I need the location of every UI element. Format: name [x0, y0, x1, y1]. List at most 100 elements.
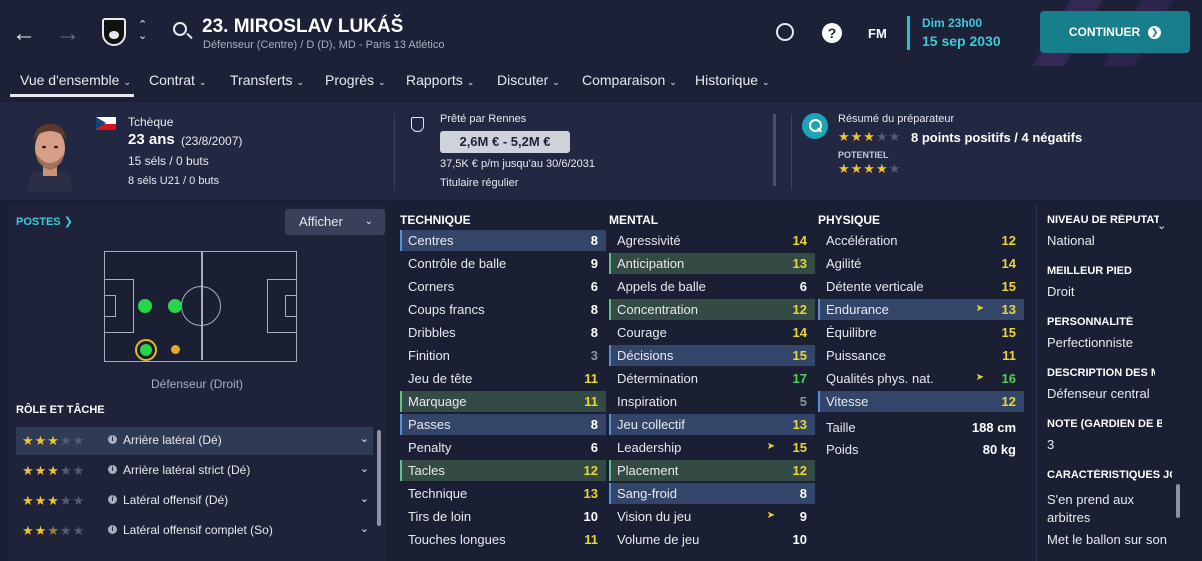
tab-comparison[interactable]: Comparaison ⌄: [582, 72, 677, 88]
position-dot-dc-right[interactable]: [168, 299, 182, 313]
attribute-row[interactable]: Jeu collectif 13: [609, 414, 815, 435]
attribute-row[interactable]: Endurance ➤ 13: [818, 299, 1024, 320]
attribute-row[interactable]: Technique 13: [400, 483, 606, 504]
role-row[interactable]: ★★★★★ i Arrière latéral (Dé) ⌄: [16, 427, 373, 455]
attribute-value: 15: [792, 348, 807, 363]
role-row[interactable]: ★★★★★ i Arrière latéral strict (Dé) ⌄: [16, 457, 373, 485]
tab-label: Comparaison: [582, 72, 666, 88]
attribute-value: 11: [584, 394, 598, 409]
attribute-row[interactable]: Qualités phys. nat. ➤ 16: [818, 368, 1024, 389]
show-dropdown[interactable]: Afficher ⌄: [285, 209, 385, 235]
attribute-row[interactable]: Coups francs 8: [400, 299, 606, 320]
potential-stars: ★★★★★: [838, 161, 902, 176]
attribute-row[interactable]: Courage 14: [609, 322, 815, 343]
info-icon[interactable]: i: [108, 435, 117, 444]
attribute-row[interactable]: Centres 8: [400, 230, 606, 251]
position-pitch[interactable]: [104, 251, 297, 362]
tab-reports[interactable]: Rapports ⌄: [406, 72, 474, 88]
attribute-value: 11: [584, 371, 598, 386]
transfer-value: 2,6M € - 5,2M €: [440, 131, 570, 153]
info-icon[interactable]: i: [108, 465, 117, 474]
roles-scrollbar[interactable]: [377, 430, 381, 526]
attribute-row[interactable]: Anticipation 13: [609, 253, 815, 274]
attribute-row[interactable]: Vision du jeu ➤ 9: [609, 506, 815, 527]
tab-progress[interactable]: Progrès ⌄: [325, 72, 386, 88]
attribute-row[interactable]: Détente verticale 15: [818, 276, 1024, 297]
search-icon[interactable]: [173, 22, 187, 36]
chevron-down-icon[interactable]: ⌄: [360, 492, 369, 505]
positions-link[interactable]: POSTES ❯: [16, 215, 73, 228]
tab-overview[interactable]: Vue d'ensemble ⌄: [20, 72, 131, 88]
attribute-row[interactable]: Tacles 12: [400, 460, 606, 481]
tab-contract[interactable]: Contrat ⌄: [149, 72, 206, 88]
chevron-down-icon[interactable]: ⌄: [1157, 219, 1166, 232]
attribute-row[interactable]: Sang-froid 8: [609, 483, 815, 504]
trend-up-arrow-icon: ➤: [766, 441, 775, 452]
player-face-avatar[interactable]: [20, 112, 80, 192]
attribute-row[interactable]: Touches longues 11: [400, 529, 606, 550]
attribute-name: Vitesse: [826, 394, 869, 409]
loan-label: Prêté par Rennes: [440, 113, 527, 125]
chevron-down-icon[interactable]: ⌄: [360, 432, 369, 445]
scrollbar[interactable]: [773, 114, 776, 186]
tab-label: Transferts: [230, 72, 293, 88]
attribute-row[interactable]: Appels de balle 6: [609, 276, 815, 297]
tab-label: Contrat: [149, 72, 195, 88]
football-icon[interactable]: [776, 23, 794, 41]
attribute-row[interactable]: Accélération 12: [818, 230, 1024, 251]
forward-arrow-icon[interactable]: →: [56, 20, 80, 48]
continue-button[interactable]: CONTINUER ❯: [1040, 11, 1190, 53]
attribute-row[interactable]: Passes 8: [400, 414, 606, 435]
attribute-row[interactable]: Finition 3: [400, 345, 606, 366]
help-icon[interactable]: ?: [822, 23, 842, 43]
attribute-row[interactable]: Penalty 6: [400, 437, 606, 458]
attribute-row[interactable]: Agilité 14: [818, 253, 1024, 274]
trait-1-line-1: S'en prend aux: [1047, 492, 1135, 507]
position-dot-dc[interactable]: [138, 299, 152, 313]
attribute-row[interactable]: Inspiration 5: [609, 391, 815, 412]
attribute-row[interactable]: Agressivité 14: [609, 230, 815, 251]
attribute-row[interactable]: Concentration 12: [609, 299, 815, 320]
info-icon[interactable]: i: [108, 525, 117, 534]
position-dot-dd[interactable]: [140, 344, 152, 356]
chevron-down-icon[interactable]: ⌄: [360, 522, 369, 535]
chevron-down-icon[interactable]: ⌄: [360, 462, 369, 475]
attribute-row[interactable]: Placement 12: [609, 460, 815, 481]
chevron-down-icon: ⌄: [364, 216, 373, 227]
attribute-row[interactable]: Contrôle de balle 9: [400, 253, 606, 274]
attribute-row[interactable]: Vitesse 12: [818, 391, 1024, 412]
fm-menu-icon[interactable]: FM: [868, 26, 887, 41]
chevron-down-icon: ⌄: [552, 77, 560, 87]
attribute-row[interactable]: Jeu de tête 11: [400, 368, 606, 389]
attribute-row[interactable]: Leadership ➤ 15: [609, 437, 815, 458]
tab-history[interactable]: Historique ⌄: [695, 72, 770, 88]
attribute-value: 15: [1001, 325, 1016, 340]
attribute-row[interactable]: Dribbles 8: [400, 322, 606, 343]
attribute-row[interactable]: Puissance 11: [818, 345, 1024, 366]
height-value: 188 cm: [971, 420, 1016, 435]
attribute-row[interactable]: Tirs de loin 10: [400, 506, 606, 527]
info-icon[interactable]: i: [108, 495, 117, 504]
role-row[interactable]: ★★★★★ i Latéral offensif complet (So) ⌄: [16, 517, 373, 545]
attribute-row[interactable]: Corners 6: [400, 276, 606, 297]
attribute-row[interactable]: Volume de jeu 10: [609, 529, 815, 550]
attribute-row[interactable]: Décisions 15: [609, 345, 815, 366]
attribute-row[interactable]: Détermination 17: [609, 368, 815, 389]
position-dot-md[interactable]: [171, 345, 180, 354]
chevron-right-icon: ❯: [63, 216, 73, 228]
attribute-value: 8: [799, 486, 807, 501]
attribute-value: 12: [1001, 394, 1016, 409]
club-badge-icon[interactable]: [102, 18, 126, 46]
traits-scrollbar[interactable]: [1176, 484, 1180, 518]
attribute-row[interactable]: Équilibre 15: [818, 322, 1024, 343]
player-switch-icon[interactable]: ⌃ ⌄: [138, 20, 147, 42]
trend-up-arrow-icon: ➤: [766, 510, 775, 521]
tab-transfers[interactable]: Transferts ⌄: [230, 72, 304, 88]
back-arrow-icon[interactable]: ←: [12, 20, 36, 48]
chevron-down-icon: ⌄: [296, 77, 305, 87]
role-row[interactable]: ★★★★★ i Latéral offensif (Dé) ⌄: [16, 487, 373, 515]
tab-discuss[interactable]: Discuter ⌄: [497, 72, 560, 88]
attribute-row[interactable]: Marquage 11: [400, 391, 606, 412]
scout-search-icon[interactable]: [802, 113, 828, 139]
attribute-name: Agressivité: [617, 233, 681, 248]
